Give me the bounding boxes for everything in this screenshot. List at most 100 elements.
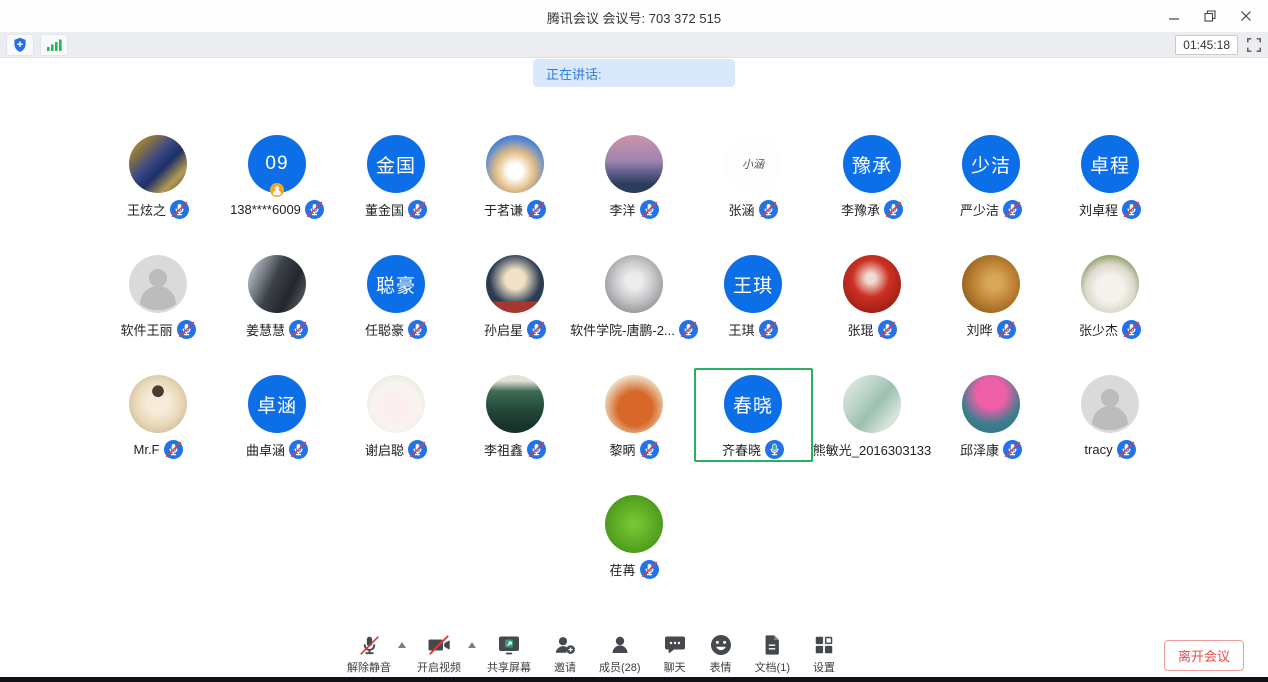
document-icon bbox=[760, 633, 784, 657]
participant-name-row: 138****6009 bbox=[230, 200, 324, 219]
participant-tile[interactable]: 卓程刘卓程 bbox=[1051, 128, 1170, 222]
participant-name: 李洋 bbox=[609, 200, 635, 219]
avatar-image bbox=[1081, 375, 1139, 433]
participant-tile[interactable]: 软件学院-唐鹏-2... bbox=[575, 248, 694, 342]
participant-name: 荏苒 bbox=[609, 560, 635, 579]
share-screen-icon bbox=[497, 633, 521, 657]
participant-name-row: 董金国 bbox=[365, 200, 427, 219]
participant-tile[interactable]: 小涵张涵 bbox=[694, 128, 813, 222]
avatar-initials: 少洁 bbox=[971, 151, 1011, 178]
chat-icon bbox=[663, 633, 687, 657]
participant-name-row: 软件学院-唐鹏-2... bbox=[570, 320, 698, 339]
network-signal-icon[interactable] bbox=[40, 34, 68, 56]
participant-tile[interactable]: 软件王丽 bbox=[99, 248, 218, 342]
participant-name: 138****6009 bbox=[230, 202, 301, 217]
settings-icon bbox=[812, 633, 836, 657]
participant-row: 软件王丽姜慧慧聪豪任聪豪孙启星软件学院-唐鹏-2...王琪王琪张琨刘晔张少杰 bbox=[0, 248, 1268, 342]
menu-arrow-icon[interactable] bbox=[468, 642, 476, 648]
participant-tile[interactable]: 荏苒 bbox=[575, 488, 694, 582]
participant-tile[interactable]: 张少杰 bbox=[1051, 248, 1170, 342]
toolbar-button-document[interactable]: 文档(1) bbox=[755, 633, 790, 675]
participant-name: 王炫之 bbox=[127, 200, 166, 219]
participant-name-row: 张琨 bbox=[847, 320, 896, 339]
participant-tile[interactable]: 金国董金国 bbox=[337, 128, 456, 222]
participant-name: 张涵 bbox=[728, 200, 754, 219]
avatar bbox=[843, 375, 901, 433]
mic-muted-icon bbox=[164, 440, 183, 459]
participant-tile[interactable]: 熊敏光_2016303133 bbox=[813, 368, 932, 462]
participant-tile[interactable]: 黎昞 bbox=[575, 368, 694, 462]
mic-muted-icon bbox=[177, 320, 196, 339]
toolbar-button-emoji[interactable]: 表情 bbox=[709, 633, 733, 675]
toolbar-button-mic-muted[interactable]: 解除静音 bbox=[347, 633, 391, 675]
participant-tile[interactable]: 王琪王琪 bbox=[694, 248, 813, 342]
avatar bbox=[129, 375, 187, 433]
participant-name-row: 张少杰 bbox=[1079, 320, 1141, 339]
participant-tile[interactable]: 姜慧慧 bbox=[218, 248, 337, 342]
mic-muted-icon bbox=[408, 200, 427, 219]
meeting-timer: 01:45:18 bbox=[1175, 35, 1238, 55]
participant-tile[interactable]: 于茗谦 bbox=[456, 128, 575, 222]
toolbar-button-chat[interactable]: 聊天 bbox=[663, 633, 687, 675]
participant-tile[interactable]: 豫承李豫承 bbox=[813, 128, 932, 222]
avatar bbox=[367, 375, 425, 433]
toolbar-button-share-screen[interactable]: 共享屏幕 bbox=[487, 633, 531, 675]
participant-name: tracy bbox=[1084, 442, 1112, 457]
mic-muted-icon bbox=[759, 200, 778, 219]
participant-tile-speaking[interactable]: 春晓齐春晓 bbox=[694, 368, 813, 462]
participant-tile[interactable]: 少洁严少洁 bbox=[932, 128, 1051, 222]
participant-tile[interactable]: tracy bbox=[1051, 368, 1170, 462]
mic-muted-icon bbox=[997, 320, 1016, 339]
fullscreen-icon[interactable] bbox=[1246, 37, 1262, 53]
avatar-image bbox=[1081, 255, 1139, 313]
avatar bbox=[486, 135, 544, 193]
restore-icon[interactable] bbox=[1196, 4, 1224, 28]
avatar: 卓涵 bbox=[248, 375, 306, 433]
participant-tile[interactable]: 邱泽康 bbox=[932, 368, 1051, 462]
toolbar-button-label: 开启视频 bbox=[417, 659, 461, 675]
toolbar-button-members[interactable]: 成员(28) bbox=[599, 633, 641, 675]
avatar: 春晓 bbox=[724, 375, 782, 433]
participant-tile[interactable]: Mr.F bbox=[99, 368, 218, 462]
avatar bbox=[605, 375, 663, 433]
mic-muted-icon bbox=[884, 200, 903, 219]
participant-name-row: 熊敏光_2016303133 bbox=[813, 440, 932, 459]
menu-arrow-icon[interactable] bbox=[398, 642, 406, 648]
participant-name: Mr.F bbox=[134, 442, 160, 457]
participant-tile[interactable]: 李祖鑫 bbox=[456, 368, 575, 462]
shield-plus-icon[interactable] bbox=[6, 34, 34, 56]
avatar-initials: 金国 bbox=[376, 151, 416, 178]
participant-tile[interactable]: 王炫之 bbox=[99, 128, 218, 222]
participant-tile[interactable]: 刘晔 bbox=[932, 248, 1051, 342]
toolbar-button-invite[interactable]: 邀请 bbox=[553, 633, 577, 675]
participant-tile[interactable]: 卓涵曲卓涵 bbox=[218, 368, 337, 462]
participant-name: 软件学院-唐鹏-2... bbox=[570, 320, 675, 339]
mic-muted-icon bbox=[878, 320, 897, 339]
participant-name: 姜慧慧 bbox=[246, 320, 285, 339]
participant-name-row: 于茗谦 bbox=[484, 200, 546, 219]
participant-tile[interactable]: 谢启聪 bbox=[337, 368, 456, 462]
toolbar-button-label: 解除静音 bbox=[347, 659, 391, 675]
participant-tile[interactable]: 09138****6009 bbox=[218, 128, 337, 222]
toolbar-button-camera-off[interactable]: 开启视频 bbox=[417, 633, 461, 675]
participant-row: Mr.F 卓涵曲卓涵谢启聪李祖鑫黎昞春晓齐春晓熊敏光_2016303133邱泽康 t… bbox=[0, 368, 1268, 462]
window-controls bbox=[1160, 0, 1260, 32]
mic-muted-icon bbox=[1122, 200, 1141, 219]
camera-off-icon bbox=[427, 633, 451, 657]
mic-muted-icon bbox=[1003, 200, 1022, 219]
toolbar-button-settings[interactable]: 设置 bbox=[812, 633, 836, 675]
participants-grid: 王炫之09138****6009金国董金国于茗谦李洋小涵张涵豫承李豫承少洁严少洁… bbox=[0, 128, 1268, 582]
mic-muted-icon bbox=[408, 320, 427, 339]
participant-tile[interactable]: 孙启星 bbox=[456, 248, 575, 342]
minimize-icon[interactable] bbox=[1160, 4, 1188, 28]
leave-meeting-button[interactable]: 离开会议 bbox=[1164, 640, 1244, 671]
participant-name: 刘卓程 bbox=[1079, 200, 1118, 219]
participant-tile[interactable]: 张琨 bbox=[813, 248, 932, 342]
participant-tile[interactable]: 聪豪任聪豪 bbox=[337, 248, 456, 342]
avatar: 金国 bbox=[367, 135, 425, 193]
participant-name-row: 李豫承 bbox=[841, 200, 903, 219]
toolbar-button-label: 成员(28) bbox=[599, 659, 641, 675]
mic-muted-icon bbox=[527, 200, 546, 219]
participant-tile[interactable]: 李洋 bbox=[575, 128, 694, 222]
close-icon[interactable] bbox=[1232, 4, 1260, 28]
